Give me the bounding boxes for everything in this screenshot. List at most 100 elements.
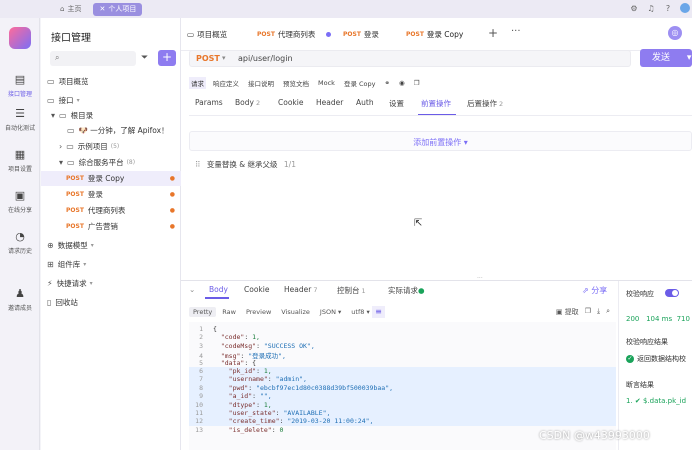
api-name[interactable]: 登录 Copy xyxy=(342,77,378,89)
sidebar-item-quick[interactable]: ⚡ 快捷请求 ▾ xyxy=(41,276,181,291)
folder-icon: ▭ xyxy=(47,96,55,105)
charset-select[interactable]: utf8 ▾ xyxy=(347,307,373,317)
tab-label: 登录 Copy xyxy=(426,30,464,39)
project-tab[interactable]: ✕ 个人项目 xyxy=(93,2,143,16)
gear-icon[interactable]: ⚙ xyxy=(629,3,639,13)
bell-icon[interactable]: ♫ xyxy=(646,3,656,13)
tree-login[interactable]: POST 登录 ● xyxy=(41,187,181,202)
rail-item-settings[interactable]: ▦ 项目设置 xyxy=(0,149,40,174)
download-icon[interactable]: ⤓ xyxy=(597,307,600,317)
tree-ads[interactable]: POST 广告营销 ● xyxy=(41,219,181,234)
home-tab[interactable]: ⌂ 主页 xyxy=(54,3,87,16)
tab-count: 2 xyxy=(255,99,261,107)
format-pretty[interactable]: Pretty xyxy=(189,307,217,317)
rail-item-share[interactable]: ▣ 在线分享 xyxy=(0,190,40,215)
extract-button[interactable]: ▣ 提取 xyxy=(556,307,579,317)
var-replace-row[interactable]: ⠿ 变量替换 & 继承父级 1/1 xyxy=(195,159,296,170)
code-line: 3 "codeMsg": "SUCCESS OK", xyxy=(189,342,616,350)
rail-label: 邀请成员 xyxy=(7,305,32,312)
sidebar-item-models[interactable]: ⊕ 数据模型 ▾ xyxy=(41,238,181,253)
assert-item: 1. ✔ $.data.pk_id xyxy=(626,397,687,405)
component-icon: ⊞ xyxy=(47,260,54,269)
wrap-icon[interactable]: ≡ xyxy=(372,306,385,318)
home-tab-label: 主页 xyxy=(67,5,82,13)
tree-root[interactable]: ▾ ▭ 根目录 xyxy=(41,108,181,123)
tab-overview[interactable]: ▭ 项目概览 xyxy=(187,28,227,41)
tab-params[interactable]: Params xyxy=(195,98,223,107)
environment-icon[interactable]: ◎ xyxy=(668,26,682,40)
tab-resp-header[interactable]: Header 7 xyxy=(284,285,317,294)
tree-apifox-doc[interactable]: ▭ 🐶 一分钟，了解 Apifox！ xyxy=(41,123,181,138)
tab-api-doc[interactable]: 接口说明 xyxy=(246,77,276,89)
sidebar-item-api[interactable]: ▭ 接口 ▾ xyxy=(41,93,181,108)
tab-agent-list[interactable]: POST 代理商列表 xyxy=(257,28,315,41)
tab-pre-ops[interactable]: 前置操作 xyxy=(421,98,451,109)
tab-login[interactable]: POST 登录 xyxy=(343,28,379,41)
search-icon[interactable]: ⌕ xyxy=(606,307,610,317)
tab-body[interactable]: Body 2 xyxy=(235,98,260,107)
tab-mock[interactable]: Mock xyxy=(316,78,337,88)
rail-item-invite[interactable]: ♟ 邀请成员 xyxy=(0,288,40,313)
tab-response-def[interactable]: 响应定义 xyxy=(211,77,241,89)
copy-icon[interactable]: ❐ xyxy=(412,78,422,88)
code-line: 9 "a_id": "", xyxy=(189,392,616,401)
format-visualize[interactable]: Visualize xyxy=(277,307,314,317)
tab-settings[interactable]: 设置 xyxy=(389,98,404,109)
tab-auth[interactable]: Auth xyxy=(356,98,374,107)
tree-agent-list[interactable]: POST 代理商列表 ● xyxy=(41,203,181,218)
rail-item-automation[interactable]: ☰ 自动化测试 xyxy=(0,108,40,133)
collapse-icon[interactable]: ⌄ xyxy=(189,285,195,294)
send-button[interactable]: 发送 ▾ xyxy=(640,49,692,67)
json-value: 1, xyxy=(263,367,272,375)
tab-resp-body[interactable]: Body xyxy=(209,285,228,294)
url-input[interactable]: api/user/login xyxy=(238,54,293,63)
new-tab-button[interactable]: + xyxy=(488,26,498,40)
add-pre-op-area[interactable]: 添加前置操作 ▾ xyxy=(189,131,692,151)
filter-icon[interactable]: ⏷ xyxy=(141,53,148,63)
format-raw[interactable]: Raw xyxy=(218,307,240,317)
avatar[interactable] xyxy=(680,3,690,13)
tree-label: 广告营销 xyxy=(87,222,118,231)
method-select[interactable]: POST xyxy=(196,54,220,63)
chevron-down-icon: ▾ xyxy=(76,97,80,104)
line-number: 11 xyxy=(195,409,203,417)
add-button[interactable]: + xyxy=(158,50,176,66)
copy-icon[interactable]: ❐ xyxy=(585,307,591,317)
response-time: 104 ms xyxy=(646,315,673,323)
link-icon[interactable]: ⚭ xyxy=(383,78,392,88)
tab-login-copy[interactable]: POST 登录 Copy xyxy=(406,28,463,41)
format-select[interactable]: JSON ▾ xyxy=(316,307,345,317)
json-value: { xyxy=(252,358,257,367)
sidebar-item-overview[interactable]: ▭ 项目概览 xyxy=(41,74,181,89)
main-panel: ▭ 项目概览 POST 代理商列表 POST 登录 POST 登录 Copy +… xyxy=(181,18,692,450)
sidebar-item-components[interactable]: ⊞ 组件库 ▾ xyxy=(41,257,181,272)
tab-request[interactable]: 请求 xyxy=(189,77,206,89)
add-pre-op-button[interactable]: 添加前置操作 ▾ xyxy=(190,137,691,148)
tab-console[interactable]: 控制台 1 xyxy=(337,285,366,296)
sidebar-item-trash[interactable]: ▯ 回收站 xyxy=(41,295,181,310)
share-button[interactable]: ⇗ 分享 xyxy=(582,285,607,296)
tab-cookie[interactable]: Cookie xyxy=(278,98,303,107)
chevron-down-icon[interactable]: ▾ xyxy=(687,53,692,63)
drag-handle-icon[interactable]: ⠿ xyxy=(195,160,201,169)
validate-toggle[interactable] xyxy=(665,289,679,297)
help-icon[interactable]: ? xyxy=(663,3,673,13)
tree-example-folder[interactable]: › ▭ 示例项目 (5) xyxy=(41,139,181,154)
close-icon[interactable]: ✕ xyxy=(99,5,105,13)
tree-composite-folder[interactable]: ▾ ▭ 综合服务平台 (8) xyxy=(41,155,181,170)
tab-post-ops[interactable]: 后置操作 2 xyxy=(467,98,503,109)
tab-preview-doc[interactable]: 预览文档 xyxy=(281,77,311,89)
search-input[interactable]: ⌕ xyxy=(50,51,136,66)
tree-login-copy[interactable]: POST 登录 Copy ● xyxy=(41,171,181,186)
tree-label: 示例项目 xyxy=(77,142,108,151)
tab-actual-request[interactable]: 实际请求● xyxy=(388,285,425,296)
rail-item-api[interactable]: ▤ 接口管理 xyxy=(0,74,40,99)
tab-resp-cookie[interactable]: Cookie xyxy=(244,285,269,294)
eye-icon[interactable]: ◉ xyxy=(397,78,407,88)
more-icon[interactable]: ··· xyxy=(511,26,521,37)
url-bar[interactable]: POST ▾ api/user/login xyxy=(189,50,631,67)
format-preview[interactable]: Preview xyxy=(242,307,275,317)
active-tab-underline xyxy=(205,297,229,299)
tab-header[interactable]: Header xyxy=(316,98,343,107)
rail-item-history[interactable]: ◔ 请求历史 xyxy=(0,231,40,256)
